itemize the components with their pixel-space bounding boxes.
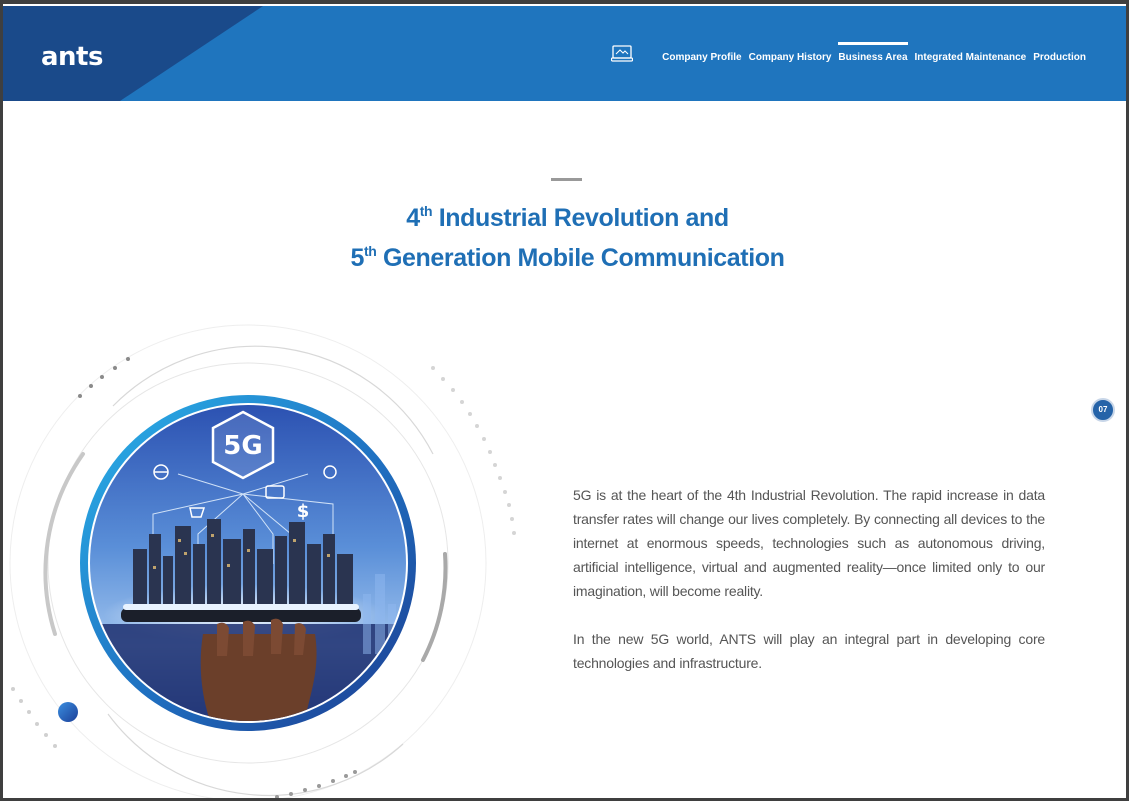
body-paragraph-2: In the new 5G world, ANTS will play an i… bbox=[573, 631, 1045, 671]
page-title-line-1: 4th Industrial Revolution and bbox=[406, 203, 729, 232]
header-bar: ants Company Profile Company History Bus… bbox=[3, 6, 1126, 101]
page-title-line-2: 5th Generation Mobile Communication bbox=[350, 243, 785, 272]
title-divider bbox=[551, 178, 582, 181]
5g-hexagon-icon: 5G bbox=[211, 410, 275, 480]
nav-company-history[interactable]: Company History bbox=[749, 52, 832, 63]
dollar-icon: $ bbox=[297, 501, 310, 522]
ants-logo[interactable]: ants bbox=[41, 42, 103, 72]
page-frame: ants Company Profile Company History Bus… bbox=[0, 0, 1129, 801]
monitor-icon[interactable] bbox=[611, 45, 634, 63]
svg-text:5G: 5G bbox=[223, 431, 262, 461]
nav-business-area[interactable]: Business Area bbox=[838, 42, 908, 63]
nav-integrated-maintenance[interactable]: Integrated Maintenance bbox=[915, 52, 1027, 63]
5g-city-illustration: 5G $ bbox=[9, 324, 516, 798]
body-paragraph-1: 5G is at the heart of the 4th Industrial… bbox=[573, 487, 1045, 599]
accent-dot bbox=[58, 702, 78, 722]
nav-company-profile[interactable]: Company Profile bbox=[662, 52, 741, 63]
main-nav: Company Profile Company History Business… bbox=[611, 42, 1086, 63]
page-number-badge: 07 bbox=[1091, 398, 1115, 422]
nav-production[interactable]: Production bbox=[1033, 52, 1086, 63]
